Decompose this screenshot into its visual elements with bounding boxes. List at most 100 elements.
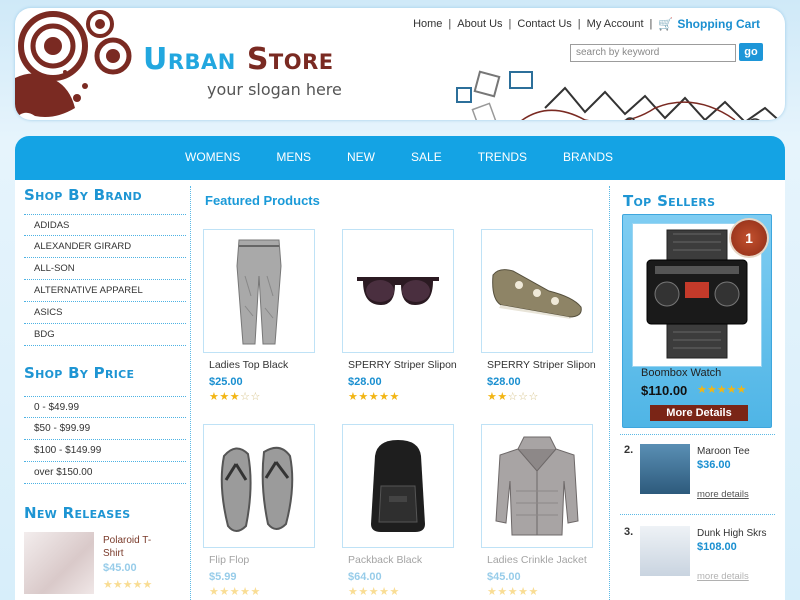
product-price: $64.00 (348, 571, 382, 583)
left-sidebar: Shop By Brand ADIDAS ALEXANDER GIRARD AL… (24, 186, 186, 594)
sunglasses-icon (357, 277, 439, 305)
top-nav: Home | About Us | Contact Us | My Accoun… (413, 17, 760, 31)
brand-list: ADIDAS ALEXANDER GIRARD ALL-SON ALTERNAT… (24, 214, 186, 346)
product-image-frame[interactable] (481, 424, 593, 548)
product-name[interactable]: Ladies Crinkle Jacket (487, 554, 593, 566)
featured-products-title: Featured Products (205, 193, 320, 208)
new-release-name[interactable]: Polaroid T-Shirt (103, 534, 163, 560)
top-seller-name[interactable]: Boombox Watch (641, 367, 721, 379)
product-name[interactable]: SPERRY Striper Slipon (348, 359, 457, 371)
rating-stars: ★★★★★ (697, 384, 747, 396)
tshirt-thumbnail-icon[interactable] (24, 532, 94, 594)
nav-new[interactable]: NEW (347, 150, 375, 164)
price-item[interactable]: 0 - $49.99 (24, 396, 186, 418)
search-input[interactable]: search by keyword (570, 44, 736, 62)
nav-sale[interactable]: SALE (411, 150, 442, 164)
logo-word-2: Store (246, 42, 334, 77)
more-details-link[interactable]: more details (697, 489, 749, 500)
nav-account-link[interactable]: My Account (587, 18, 644, 30)
rank-item-name[interactable]: Maroon Tee (697, 446, 750, 457)
main-nav: WOMENS MENS NEW SALE TRENDS BRANDS (15, 136, 785, 180)
pants-icon (236, 239, 282, 345)
product-image-frame[interactable] (203, 424, 315, 548)
brand-item[interactable]: ALTERNATIVE APPAREL (24, 280, 186, 302)
product-price: $28.00 (348, 376, 382, 388)
nav-separator: | (649, 18, 653, 30)
rank-item-name[interactable]: Dunk High Skrs (697, 528, 766, 539)
top-seller-price: $110.00 (641, 383, 688, 398)
rating-stars: ★★★☆☆ (209, 391, 261, 403)
product-card[interactable]: Ladies Top Black $25.00 ★★★☆☆ (203, 229, 315, 403)
rating-stars: ★★☆☆☆ (487, 391, 539, 403)
maroon-tee-thumbnail-icon[interactable] (640, 444, 690, 494)
rank-number: 2. (624, 444, 634, 456)
shop-by-brand-title: Shop By Brand (24, 186, 142, 204)
rank-badge: 1 (731, 220, 767, 256)
brand-item[interactable]: ALL-SON (24, 258, 186, 280)
store-logo[interactable]: Urban Store (143, 42, 334, 77)
new-releases-title: New Releases (24, 504, 131, 522)
column-divider (190, 186, 191, 600)
product-image-frame[interactable] (481, 229, 593, 353)
product-name[interactable]: SPERRY Striper Slipon (487, 359, 596, 371)
nav-separator: | (508, 18, 512, 30)
nav-womens[interactable]: WOMENS (185, 150, 240, 164)
product-image-frame[interactable] (342, 424, 454, 548)
product-card[interactable]: SPERRY Striper Slipon $28.00 ★★★★★ (342, 229, 457, 403)
more-details-link[interactable]: more details (697, 571, 749, 582)
price-item[interactable]: over $150.00 (24, 462, 186, 484)
nav-contact-link[interactable]: Contact Us (517, 18, 571, 30)
price-list: 0 - $49.99 $50 - $99.99 $100 - $149.99 o… (24, 396, 186, 484)
product-name[interactable]: Packback Black (348, 554, 454, 566)
nav-about-link[interactable]: About Us (457, 18, 502, 30)
price-item[interactable]: $100 - $149.99 (24, 440, 186, 462)
brand-item[interactable]: ADIDAS (24, 214, 186, 236)
shop-by-price-title: Shop By Price (24, 364, 135, 382)
shopping-cart-link[interactable]: Shopping Cart (677, 17, 760, 31)
nav-home-link[interactable]: Home (413, 18, 442, 30)
product-card[interactable]: Flip Flop $5.99 ★★★★★ (203, 424, 315, 598)
product-name[interactable]: Flip Flop (209, 554, 315, 566)
brand-item[interactable]: BDG (24, 324, 186, 346)
top-sellers-title: Top Sellers (623, 192, 716, 210)
nav-brands[interactable]: BRANDS (563, 150, 613, 164)
slogan: your slogan here (207, 80, 342, 99)
product-price: $5.99 (209, 571, 237, 583)
brand-item[interactable]: ASICS (24, 302, 186, 324)
product-card[interactable]: Packback Black $64.00 ★★★★★ (342, 424, 454, 598)
rating-stars: ★★★★★ (348, 586, 400, 598)
nav-mens[interactable]: MENS (276, 150, 311, 164)
product-card[interactable]: SPERRY Striper Slipon $28.00 ★★☆☆☆ (481, 229, 596, 403)
header: Urban Store your slogan here Home | Abou… (15, 8, 785, 120)
product-card[interactable]: Ladies Crinkle Jacket $45.00 ★★★★★ (481, 424, 593, 598)
product-price: $25.00 (209, 376, 243, 388)
divider (620, 434, 775, 435)
new-release-item[interactable]: Polaroid T-Shirt $45.00 ★★★★★ (24, 532, 186, 594)
nav-trends[interactable]: TRENDS (478, 150, 527, 164)
rank-item-price: $108.00 (697, 541, 737, 553)
graffiti-decoration-icon (456, 70, 781, 120)
product-price: $28.00 (487, 376, 521, 388)
sneaker-thumbnail-icon[interactable] (640, 526, 690, 576)
brand-item[interactable]: ALEXANDER GIRARD (24, 236, 186, 258)
cart-icon[interactable]: 🛒 (658, 17, 673, 31)
logo-word-1: Urban (143, 42, 236, 77)
flipflop-icon (220, 446, 294, 532)
rating-stars: ★★★★★ (209, 586, 261, 598)
rating-stars: ★★★★★ (348, 391, 400, 403)
search-go-button[interactable]: go (739, 43, 763, 61)
rank-number: 3. (624, 526, 634, 538)
shoe-icon (492, 269, 582, 319)
product-image-frame[interactable] (203, 229, 315, 353)
price-item[interactable]: $50 - $99.99 (24, 418, 186, 440)
nav-separator: | (577, 18, 581, 30)
product-image-frame[interactable] (342, 229, 454, 353)
rank-item-price: $36.00 (697, 459, 731, 471)
product-name[interactable]: Ladies Top Black (209, 359, 315, 371)
more-details-button[interactable]: More Details (650, 405, 748, 421)
product-price: $45.00 (487, 571, 521, 583)
new-release-price: $45.00 (103, 562, 137, 574)
rating-stars: ★★★★★ (103, 579, 153, 591)
backpack-icon (371, 440, 425, 532)
jacket-icon (495, 436, 579, 536)
